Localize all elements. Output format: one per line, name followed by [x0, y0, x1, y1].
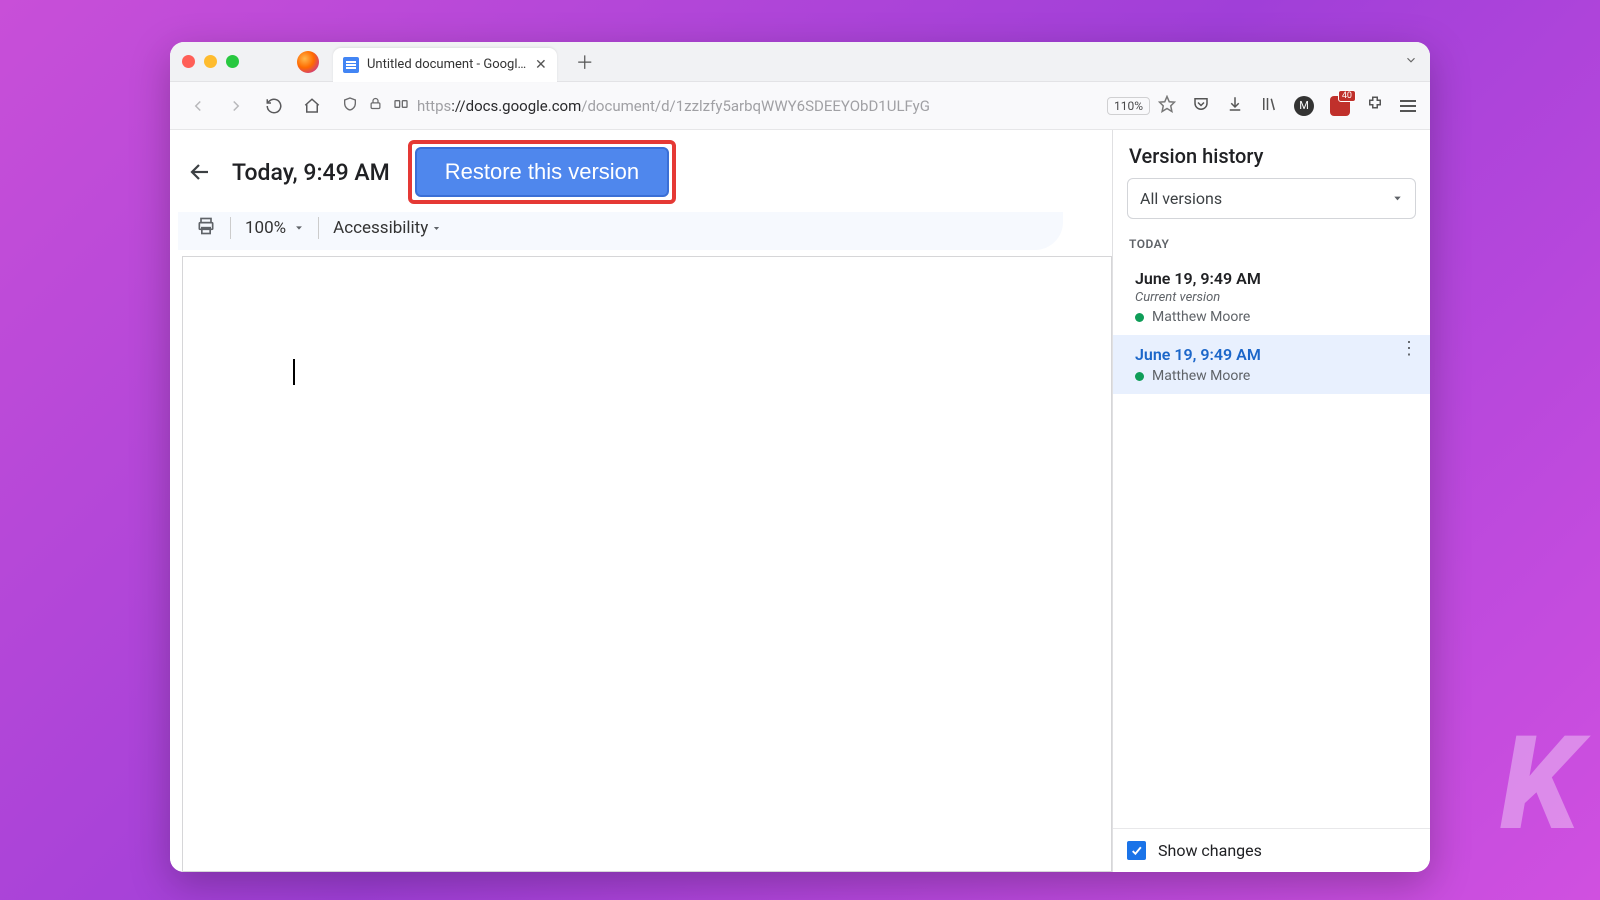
accessibility-label: Accessibility — [333, 218, 428, 238]
print-icon[interactable] — [196, 216, 216, 240]
zoom-value: 100% — [245, 218, 286, 238]
extensions-icon[interactable] — [1366, 95, 1384, 117]
version-time: June 19, 9:49 AM — [1135, 269, 1416, 288]
version-author: Matthew Moore — [1135, 368, 1416, 384]
maximize-window-button[interactable] — [226, 55, 239, 68]
browser-tab[interactable]: Untitled document - Google Do ✕ — [333, 48, 557, 82]
versions-filter-label: All versions — [1140, 189, 1222, 208]
document-canvas[interactable] — [182, 256, 1112, 872]
show-changes-checkbox[interactable] — [1127, 841, 1146, 860]
author-name: Matthew Moore — [1152, 368, 1250, 384]
nav-back-button[interactable] — [184, 92, 212, 120]
app-menu-button[interactable] — [1400, 100, 1416, 112]
version-group-label: TODAY — [1113, 219, 1430, 259]
version-subtitle: Current version — [1135, 290, 1416, 305]
doc-sub-toolbar: 100% Accessibility — [178, 212, 1063, 250]
tab-title: Untitled document - Google Do — [367, 57, 527, 72]
nav-forward-button[interactable] — [222, 92, 250, 120]
shield-icon[interactable] — [342, 96, 358, 116]
restore-version-button[interactable]: Restore this version — [415, 147, 669, 197]
close-tab-button[interactable]: ✕ — [535, 58, 547, 72]
home-button[interactable] — [298, 92, 326, 120]
library-icon[interactable] — [1260, 95, 1278, 117]
version-time: June 19, 9:49 AM — [1135, 345, 1416, 364]
main-pane: Today, 9:49 AM Restore this version 100% — [170, 130, 1112, 872]
version-author: Matthew Moore — [1135, 309, 1416, 325]
close-window-button[interactable] — [182, 55, 195, 68]
back-to-doc-button[interactable] — [186, 158, 214, 186]
new-tab-button[interactable]: ＋ — [571, 48, 599, 76]
author-color-dot-icon — [1135, 372, 1144, 381]
divider — [230, 217, 231, 239]
reload-button[interactable] — [260, 92, 288, 120]
url-text: https://docs.google.com/document/d/1zzlz… — [417, 97, 1099, 115]
firefox-icon — [297, 51, 319, 73]
show-changes-label: Show changes — [1158, 841, 1262, 860]
list-all-tabs-button[interactable] — [1404, 53, 1418, 71]
sidebar-title: Version history — [1113, 130, 1430, 178]
minimize-window-button[interactable] — [204, 55, 217, 68]
browser-window: Untitled document - Google Do ✕ ＋ — [170, 42, 1430, 872]
author-color-dot-icon — [1135, 313, 1144, 322]
text-caret — [293, 359, 295, 385]
versions-filter-select[interactable]: All versions — [1127, 178, 1416, 219]
titlebar: Untitled document - Google Do ✕ ＋ — [170, 42, 1430, 82]
watermark: K — [1500, 707, 1580, 860]
downloads-icon[interactable] — [1226, 95, 1244, 117]
lock-icon[interactable] — [368, 96, 383, 115]
address-bar[interactable]: https://docs.google.com/document/d/1zzlz… — [336, 95, 1182, 117]
docs-favicon-icon — [343, 57, 359, 73]
account-avatar-icon[interactable]: M — [1294, 96, 1314, 116]
version-header: Today, 9:49 AM Restore this version — [170, 130, 1112, 212]
divider — [318, 217, 319, 239]
annotation-highlight: Restore this version — [408, 140, 676, 204]
version-item-current[interactable]: June 19, 9:49 AM Current version Matthew… — [1113, 259, 1430, 335]
caret-down-icon — [294, 218, 304, 238]
zoom-select[interactable]: 100% — [245, 218, 304, 238]
version-item-selected[interactable]: June 19, 9:49 AM Matthew Moore ⋮ — [1113, 335, 1430, 394]
version-more-menu[interactable]: ⋮ — [1400, 345, 1418, 352]
caret-down-icon — [1392, 189, 1403, 208]
save-to-pocket-icon[interactable] — [1192, 95, 1210, 117]
version-date-label: Today, 9:49 AM — [232, 159, 390, 186]
bookmark-star-icon[interactable] — [1158, 95, 1176, 117]
zoom-indicator[interactable]: 110% — [1107, 97, 1150, 115]
browser-toolbar: https://docs.google.com/document/d/1zzlz… — [170, 82, 1430, 130]
accessibility-menu[interactable]: Accessibility — [333, 218, 441, 238]
sidebar-footer: Show changes — [1113, 828, 1430, 872]
app-content: Today, 9:49 AM Restore this version 100% — [170, 130, 1430, 872]
ublock-extension-icon[interactable] — [1330, 96, 1350, 116]
author-name: Matthew Moore — [1152, 309, 1250, 325]
version-history-sidebar: Version history All versions TODAY June … — [1112, 130, 1430, 872]
caret-down-icon — [432, 218, 441, 238]
window-controls — [182, 55, 239, 68]
permissions-icon[interactable] — [393, 96, 409, 116]
